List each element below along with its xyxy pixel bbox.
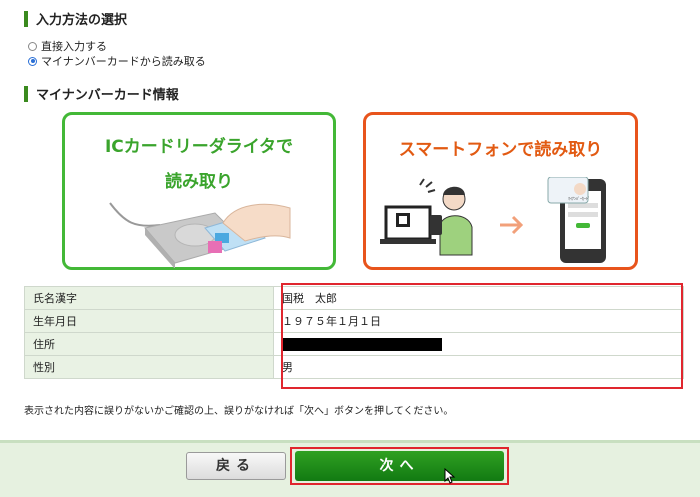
ic-card-title-line1: ICカードリーダライタで (104, 137, 294, 157)
smartphone-title: スマートフォンで読み取り (398, 140, 603, 160)
radio-mynumber-read-label: マイナンバーカードから読み取る (41, 55, 206, 68)
card-info-title: マイナンバーカード情報 (36, 88, 179, 103)
mouse-cursor-icon (444, 468, 456, 484)
radio-mynumber-read[interactable]: マイナンバーカードから読み取る (28, 53, 206, 69)
smartphone-option[interactable]: スマートフォンで読み取り ﾏｲﾅﾝﾊﾞｰｶｰﾄﾞ (363, 112, 638, 270)
input-method-title: 入力方法の選択 (36, 13, 128, 28)
input-method-heading: 入力方法の選択 (24, 9, 127, 28)
values-highlight (281, 283, 683, 389)
heading-bar (24, 10, 28, 27)
name-label: 氏名漢字 (24, 286, 274, 310)
card-reader-illustration-icon (109, 202, 291, 268)
radio-direct-input[interactable]: 直接入力する (28, 38, 107, 54)
radio-mynumber-read-control[interactable] (28, 56, 37, 66)
address-label: 住所 (24, 332, 274, 356)
heading-bar (24, 85, 28, 102)
phone-screen-card-label: ﾏｲﾅﾝﾊﾞｰｶｰﾄﾞ (568, 196, 590, 201)
card-info-heading: マイナンバーカード情報 (24, 84, 179, 103)
next-button[interactable]: 次へ (295, 451, 504, 481)
radio-direct-input-control[interactable] (28, 41, 37, 51)
confirmation-note: 表示された内容に誤りがないかご確認の上、誤りがなければ「次へ」ボタンを押してくだ… (24, 406, 454, 417)
ic-card-reader-option[interactable]: ICカードリーダライタで 読み取り (62, 112, 336, 270)
back-button[interactable]: 戻る (186, 452, 286, 480)
birthdate-label: 生年月日 (24, 309, 274, 333)
radio-direct-input-label: 直接入力する (41, 40, 107, 53)
gender-label: 性別 (24, 355, 274, 379)
smartphone-illustration-icon: ﾏｲﾅﾝﾊﾞｰｶｰﾄﾞ (380, 177, 606, 263)
